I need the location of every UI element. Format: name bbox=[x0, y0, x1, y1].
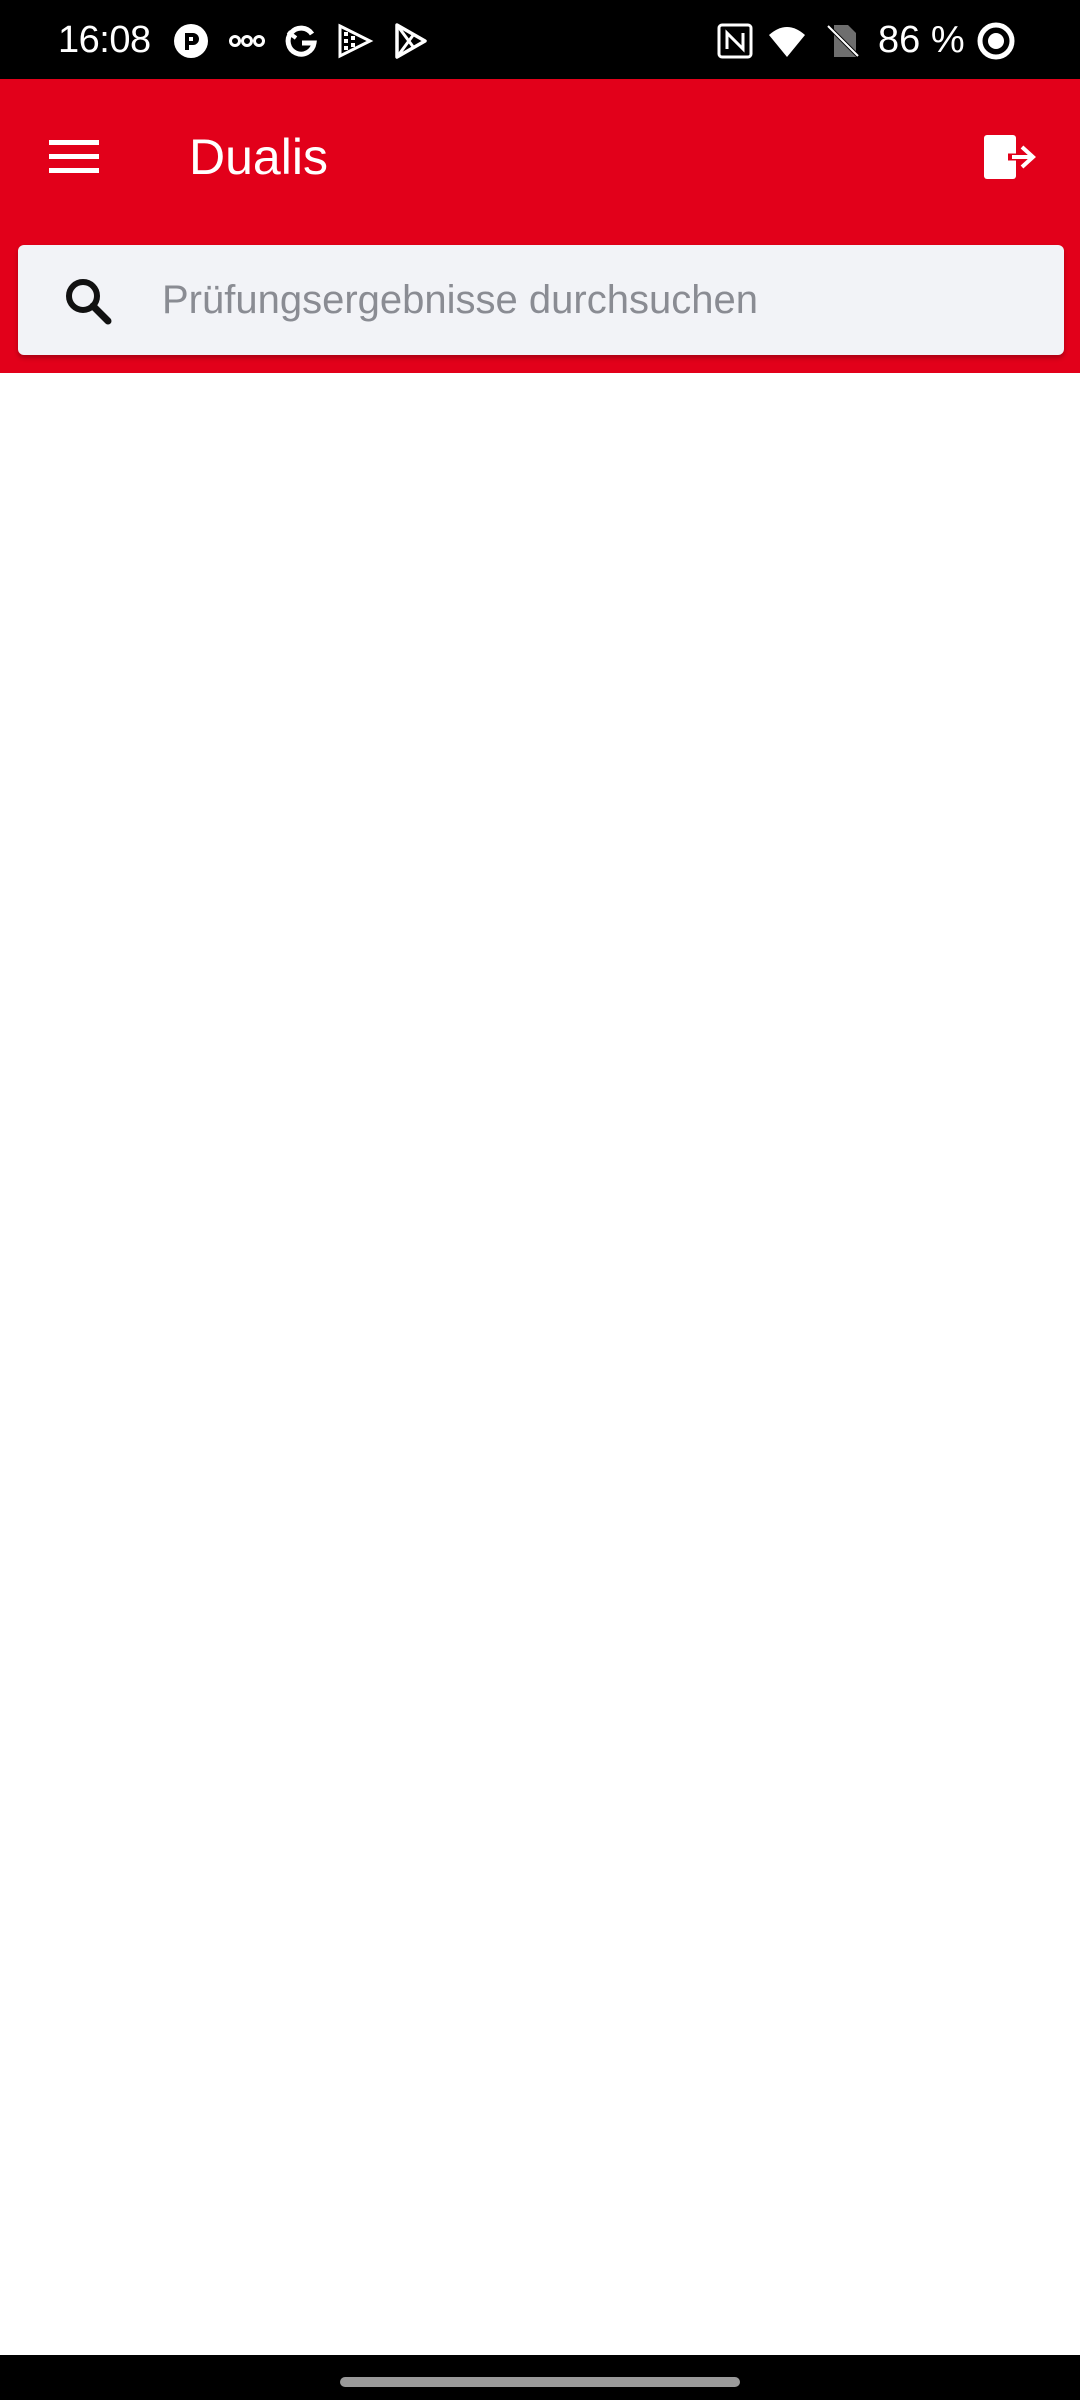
status-time: 16:08 bbox=[58, 19, 151, 61]
search-bar[interactable] bbox=[18, 245, 1064, 355]
logout-button[interactable] bbox=[972, 121, 1048, 193]
home-indicator[interactable] bbox=[340, 2377, 740, 2387]
g-app-icon bbox=[285, 25, 317, 57]
navigation-bar bbox=[0, 2355, 1080, 2400]
no-sim-icon bbox=[826, 24, 860, 58]
status-bar: 16:08 86 % bbox=[0, 0, 1080, 79]
screen: 16:08 86 % Dualis Prüfungsergebnisse dur… bbox=[0, 0, 1080, 2400]
menu-button[interactable] bbox=[38, 121, 110, 193]
infinity-icon bbox=[229, 35, 265, 47]
nfc-icon bbox=[717, 23, 753, 59]
play-store-icon bbox=[395, 23, 427, 59]
hamburger-menu-icon bbox=[49, 140, 99, 173]
logout-icon bbox=[984, 135, 1036, 179]
pocket-casts-icon bbox=[174, 24, 208, 58]
battery-ring-icon bbox=[977, 22, 1015, 60]
search-icon bbox=[66, 279, 112, 325]
play-games-icon bbox=[338, 23, 374, 59]
wifi-icon bbox=[769, 27, 805, 57]
search-input[interactable] bbox=[162, 245, 1042, 355]
app-title: Dualis bbox=[189, 129, 328, 185]
app-bar: Dualis bbox=[0, 79, 1080, 373]
battery-percent: 86 % bbox=[878, 19, 965, 61]
results-list bbox=[0, 373, 1080, 2355]
